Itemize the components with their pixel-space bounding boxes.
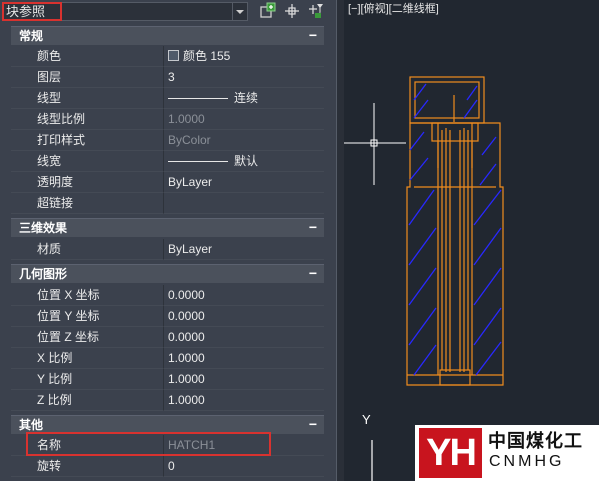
property-label: 位置 Y 坐标 [11, 306, 164, 327]
crosshair-cursor-icon [344, 103, 406, 185]
collapse-icon[interactable]: − [306, 266, 320, 281]
property-value-scale-x[interactable]: 1.0000 [164, 348, 324, 369]
collapse-icon[interactable]: − [306, 417, 320, 432]
lineweight-value-text: 默认 [234, 154, 259, 168]
section-geometry-title: 几何图形 [19, 267, 68, 281]
drawing-viewport[interactable]: [−][俯视][二维线框] Y YH 中国煤化工 CNMHG [344, 0, 599, 481]
property-row-rotation[interactable]: 旋转 0 [11, 456, 324, 477]
property-value-color[interactable]: 颜色 155 [164, 46, 324, 67]
name-row-highlight [26, 432, 271, 456]
property-label: 线型 [11, 88, 164, 109]
property-label: 位置 Z 坐标 [11, 327, 164, 348]
crosshair-pick-icon [285, 4, 299, 18]
quick-select-icon [309, 4, 323, 18]
property-row-lineweight[interactable]: 线宽 默认 [11, 151, 324, 172]
property-label: 材质 [11, 239, 164, 260]
property-row-layer[interactable]: 图层 3 [11, 67, 324, 88]
property-label: 透明度 [11, 172, 164, 193]
property-value-hyperlink[interactable] [164, 193, 324, 214]
property-label: 超链接 [11, 193, 164, 214]
property-value-rotation[interactable]: 0 [164, 456, 324, 477]
drawing-canvas [344, 76, 504, 481]
section-3d-title: 三维效果 [19, 221, 68, 235]
watermark-logo: YH [419, 428, 482, 478]
quick-select-button[interactable] [306, 2, 326, 22]
select-objects-button[interactable] [282, 2, 302, 22]
property-label: 旋转 [11, 456, 164, 477]
pickadd-icon [260, 2, 276, 18]
property-value-position-x[interactable]: 0.0000 [164, 285, 324, 306]
property-row-position-z[interactable]: 位置 Z 坐标 0.0000 [11, 327, 324, 348]
property-label: 位置 X 坐标 [11, 285, 164, 306]
watermark: YH 中国煤化工 CNMHG [415, 425, 599, 481]
property-value-plot-style[interactable]: ByColor [164, 130, 324, 151]
hatch-pattern [408, 83, 502, 376]
property-label: 颜色 [11, 46, 164, 67]
property-row-color[interactable]: 颜色 颜色 155 [11, 46, 324, 67]
property-value-position-z[interactable]: 0.0000 [164, 327, 324, 348]
property-label: 打印样式 [11, 130, 164, 151]
color-swatch-icon [168, 50, 179, 61]
property-row-position-x[interactable]: 位置 X 坐标 0.0000 [11, 285, 324, 306]
properties-palette: 块参照 常规 − 颜色 颜色 155 图层 3 线型 连续 线型比例 1.000… [0, 0, 336, 481]
section-general-title: 常规 [19, 29, 44, 43]
palette-toolbar: 块参照 [0, 0, 336, 24]
property-value-transparency[interactable]: ByLayer [164, 172, 324, 193]
lineweight-sample [168, 161, 228, 162]
property-value-scale-z[interactable]: 1.0000 [164, 390, 324, 411]
linetype-value-text: 连续 [234, 91, 259, 105]
property-value-linetype[interactable]: 连续 [164, 88, 324, 109]
property-label: 线型比例 [11, 109, 164, 130]
property-value-scale-y[interactable]: 1.0000 [164, 369, 324, 390]
collapse-icon[interactable]: − [306, 28, 320, 43]
property-label: X 比例 [11, 348, 164, 369]
property-label: 线宽 [11, 151, 164, 172]
property-value-lineweight[interactable]: 默认 [164, 151, 324, 172]
property-row-scale-x[interactable]: X 比例 1.0000 [11, 348, 324, 369]
section-general-header[interactable]: 常规 − [11, 26, 324, 45]
chevron-down-icon[interactable] [232, 3, 247, 20]
property-row-transparency[interactable]: 透明度 ByLayer [11, 172, 324, 193]
selector-highlight [2, 2, 62, 21]
color-value-text: 颜色 155 [183, 49, 231, 63]
property-row-plot-style[interactable]: 打印样式 ByColor [11, 130, 324, 151]
property-value-material[interactable]: ByLayer [164, 239, 324, 260]
property-row-position-y[interactable]: 位置 Y 坐标 0.0000 [11, 306, 324, 327]
property-row-linetype-scale[interactable]: 线型比例 1.0000 [11, 109, 324, 130]
property-value-position-y[interactable]: 0.0000 [164, 306, 324, 327]
property-row-scale-z[interactable]: Z 比例 1.0000 [11, 390, 324, 411]
property-row-scale-y[interactable]: Y 比例 1.0000 [11, 369, 324, 390]
section-3d-header[interactable]: 三维效果 − [11, 218, 324, 237]
property-row-material[interactable]: 材质 ByLayer [11, 239, 324, 260]
linetype-sample [168, 98, 228, 99]
ucs-y-label: Y [362, 412, 371, 427]
watermark-en-text: CNMHG [489, 453, 565, 470]
property-row-linetype[interactable]: 线型 连续 [11, 88, 324, 109]
property-row-hyperlink[interactable]: 超链接 [11, 193, 324, 214]
property-value-layer[interactable]: 3 [164, 67, 324, 88]
property-label: 图层 [11, 67, 164, 88]
watermark-cn-text: 中国煤化工 [488, 431, 583, 451]
block-reference-drawing [406, 76, 504, 386]
toggle-pickadd-button[interactable] [258, 2, 278, 22]
collapse-icon[interactable]: − [306, 220, 320, 235]
palette-splitter[interactable] [336, 0, 344, 481]
section-geometry-header[interactable]: 几何图形 − [11, 264, 324, 283]
property-value-linetype-scale[interactable]: 1.0000 [164, 109, 324, 130]
object-type-dropdown[interactable]: 块参照 [2, 2, 248, 21]
property-label: Z 比例 [11, 390, 164, 411]
property-label: Y 比例 [11, 369, 164, 390]
